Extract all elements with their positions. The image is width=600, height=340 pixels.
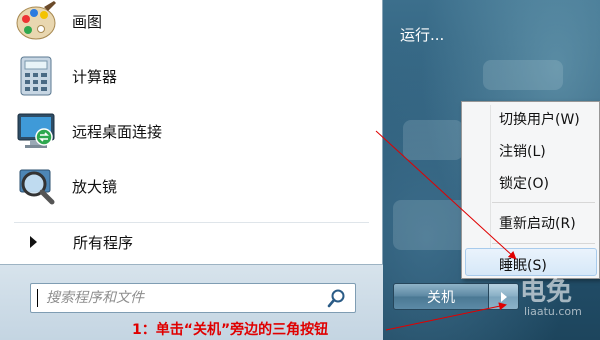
annotation-text: 1：单击“关机”旁边的三角按钮 bbox=[132, 322, 329, 338]
watermark-logo: 电免 liaatu.com bbox=[520, 278, 598, 318]
menu-item-log-off[interactable]: 注销(L) bbox=[499, 141, 546, 161]
start-menu-programs-panel: 画图 计算器 远程桌面连接 放大镜 所有程序 bbox=[0, 0, 383, 280]
menu-item-sleep[interactable]: 睡眠(S) bbox=[499, 255, 547, 275]
search-box[interactable] bbox=[30, 283, 356, 313]
shutdown-label: 关机 bbox=[427, 289, 455, 306]
paint-icon bbox=[14, 0, 58, 43]
shutdown-options-button[interactable] bbox=[489, 283, 519, 310]
search-input[interactable] bbox=[38, 285, 325, 311]
shutdown-context-menu: 切换用户(W) 注销(L) 锁定(O) 重新启动(R) 睡眠(S) bbox=[461, 101, 600, 279]
magnifier-icon bbox=[14, 164, 58, 208]
program-label: 计算器 bbox=[72, 67, 118, 86]
menu-separator bbox=[492, 243, 595, 244]
program-label: 放大镜 bbox=[72, 177, 118, 196]
menu-item-restart[interactable]: 重新启动(R) bbox=[499, 213, 576, 233]
search-icon[interactable] bbox=[325, 286, 349, 310]
watermark-subtext: liaatu.com bbox=[524, 305, 582, 318]
menu-item-switch-user[interactable]: 切换用户(W) bbox=[499, 109, 580, 129]
program-label: 画图 bbox=[72, 12, 103, 31]
watermark-text: 电免 bbox=[520, 277, 573, 307]
program-item-magnifier[interactable]: 放大镜 bbox=[14, 161, 354, 211]
run-menu-item[interactable]: 运行... bbox=[400, 24, 444, 45]
triangle-right-icon bbox=[500, 291, 507, 302]
calculator-icon bbox=[14, 54, 58, 98]
program-label: 远程桌面连接 bbox=[72, 122, 163, 141]
program-item-paint[interactable]: 画图 bbox=[14, 0, 354, 46]
program-item-calculator[interactable]: 计算器 bbox=[14, 51, 354, 101]
menu-separator bbox=[492, 202, 595, 203]
triangle-right-icon bbox=[30, 236, 37, 248]
program-item-remote-desktop[interactable]: 远程桌面连接 bbox=[14, 106, 354, 156]
shutdown-button[interactable]: 关机 bbox=[393, 283, 489, 310]
remote-desktop-icon bbox=[14, 109, 58, 153]
all-programs-label: 所有程序 bbox=[73, 233, 134, 252]
divider bbox=[14, 222, 369, 223]
all-programs-item[interactable]: 所有程序 bbox=[20, 228, 133, 256]
menu-item-lock[interactable]: 锁定(O) bbox=[499, 173, 549, 193]
